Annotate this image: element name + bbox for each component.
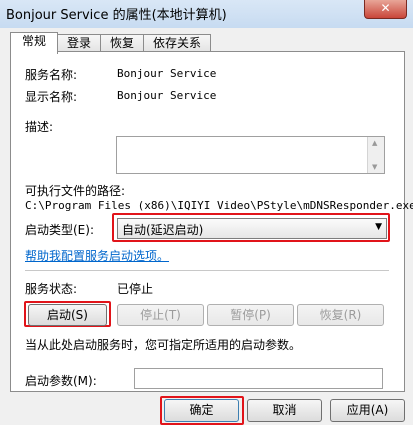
display-name-value: Bonjour Service <box>117 89 217 102</box>
close-button[interactable]: ✕ <box>364 0 407 19</box>
startup-params-input[interactable] <box>134 368 383 389</box>
tab-logon[interactable]: 登录 <box>57 34 101 52</box>
tab-recovery[interactable]: 恢复 <box>100 34 144 52</box>
tab-general[interactable]: 常规 <box>10 32 58 54</box>
window-title: Bonjour Service 的属性(本地计算机) <box>6 8 227 23</box>
pause-button[interactable]: 暂停(P) <box>207 304 294 326</box>
close-icon: ✕ <box>380 1 391 15</box>
startup-type-value: 自动(延迟启动) <box>122 223 204 237</box>
description-scrollbar[interactable]: ▲ ▼ <box>367 137 384 173</box>
scroll-up-icon[interactable]: ▲ <box>372 139 377 147</box>
apply-button[interactable]: 应用(A) <box>330 399 405 422</box>
title-bar: Bonjour Service 的属性(本地计算机) ✕ <box>0 0 413 29</box>
path-value: C:\Program Files (x86)\IQIYI Video\PStyl… <box>25 199 413 212</box>
service-status-label: 服务状态: <box>25 282 78 296</box>
separator-1 <box>25 270 389 271</box>
resume-button[interactable]: 恢复(R) <box>297 304 384 326</box>
service-name-value: Bonjour Service <box>117 67 217 80</box>
start-button[interactable]: 启动(S) <box>28 304 107 326</box>
path-label: 可执行文件的路径: <box>25 184 126 198</box>
ok-button[interactable]: 确定 <box>164 399 239 422</box>
service-status-value: 已停止 <box>117 282 154 296</box>
startup-type-label: 启动类型(E): <box>25 223 94 237</box>
dialog-body: 常规 登录 恢复 依存关系 服务名称: Bonjour Service 显示名称… <box>0 28 413 425</box>
cancel-button[interactable]: 取消 <box>247 399 322 422</box>
chevron-down-icon: ▼ <box>375 222 382 232</box>
general-panel: 服务名称: Bonjour Service 显示名称: Bonjour Serv… <box>10 51 413 392</box>
service-name-label: 服务名称: <box>25 68 78 82</box>
startup-params-label: 启动参数(M): <box>25 374 97 388</box>
scroll-down-icon[interactable]: ▼ <box>372 163 377 171</box>
startup-params-hint: 当从此处启动服务时，您可指定所适用的启动参数。 <box>25 338 302 352</box>
help-config-link[interactable]: 帮助我配置服务启动选项。 <box>25 247 169 264</box>
stop-button[interactable]: 停止(T) <box>117 304 204 326</box>
description-label: 描述: <box>25 120 54 134</box>
description-field[interactable]: ▲ ▼ <box>116 136 385 174</box>
display-name-label: 显示名称: <box>25 90 78 104</box>
startup-type-select[interactable]: 自动(延迟启动) ▼ <box>117 218 387 239</box>
tab-dependencies[interactable]: 依存关系 <box>143 34 211 52</box>
